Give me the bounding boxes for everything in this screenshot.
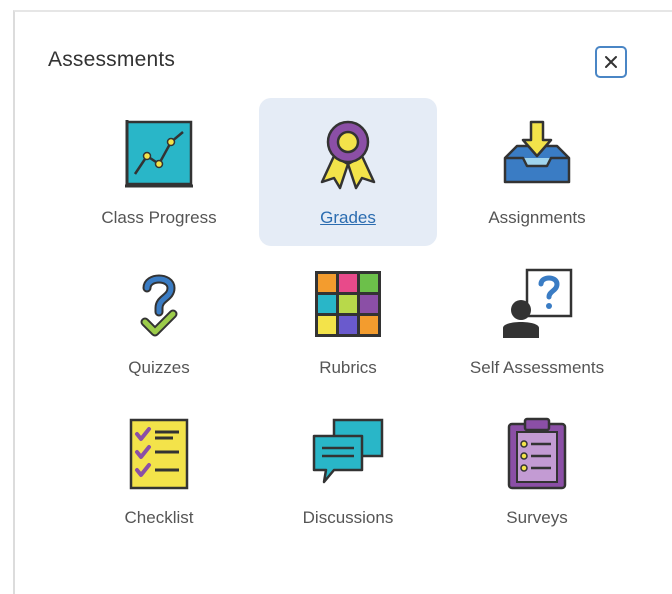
class-progress-icon [125, 120, 193, 188]
tool-label: Discussions [302, 508, 394, 527]
tool-rubrics[interactable]: Rubrics [259, 248, 437, 396]
rubrics-grid-icon [315, 271, 381, 337]
tool-label: Self Assessments [469, 358, 605, 377]
discussions-icon [312, 418, 384, 484]
tool-label: Rubrics [319, 358, 377, 377]
assignments-inbox-icon [503, 120, 571, 184]
tool-self-assessments[interactable]: Self Assessments [448, 248, 626, 396]
tool-assignments[interactable]: Assignments [448, 98, 626, 246]
close-icon [605, 56, 617, 68]
tool-label: Quizzes [128, 358, 190, 377]
tool-quizzes[interactable]: Quizzes [70, 248, 248, 396]
tool-label: Surveys [506, 508, 568, 527]
tool-grades[interactable]: Grades [259, 98, 437, 246]
tool-checklist[interactable]: Checklist [70, 398, 248, 546]
tool-label: Grades [320, 208, 376, 227]
tool-discussions[interactable]: Discussions [259, 398, 437, 546]
panel-title: Assessments [48, 48, 176, 71]
quizzes-question-icon [140, 274, 178, 337]
tool-label: Class Progress [101, 208, 217, 227]
tool-surveys[interactable]: Surveys [448, 398, 626, 546]
grades-ribbon-icon [320, 120, 376, 190]
surveys-clipboard-icon [507, 417, 567, 490]
self-assessments-icon [503, 268, 573, 338]
tool-label: Checklist [124, 508, 194, 527]
tool-class-progress[interactable]: Class Progress [70, 98, 248, 246]
tool-label: Assignments [488, 208, 586, 227]
close-button[interactable] [595, 46, 627, 78]
checklist-icon [129, 418, 189, 490]
